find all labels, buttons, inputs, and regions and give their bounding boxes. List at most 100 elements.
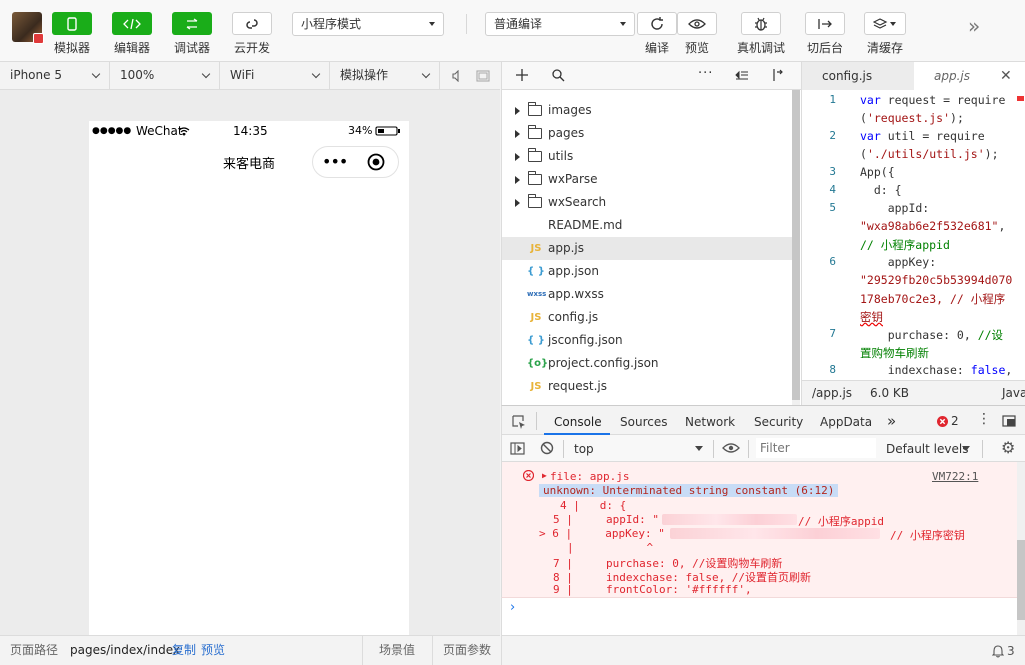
page-path-label: 页面路径	[10, 643, 59, 657]
page-params-button[interactable]: 页面参数	[443, 636, 491, 665]
clear-console-icon[interactable]	[540, 441, 554, 455]
close-miniprogram-icon[interactable]	[367, 153, 385, 171]
console-filter-input[interactable]	[756, 438, 876, 458]
file-item[interactable]: JS request.js	[502, 375, 794, 398]
folder-item[interactable]: images	[502, 99, 794, 122]
scene-value-button[interactable]: 场景值	[379, 636, 415, 665]
file-item[interactable]: { } jsconfig.json	[502, 329, 794, 352]
file-item[interactable]: JS app.js	[502, 237, 794, 260]
folder-item[interactable]: pages	[502, 122, 794, 145]
chevron-down-icon	[962, 446, 970, 451]
folder-item[interactable]: wxParse	[502, 168, 794, 191]
folder-icon	[528, 148, 542, 162]
sound-icon[interactable]	[452, 70, 462, 82]
tab-appdata[interactable]: AppData	[820, 406, 872, 435]
tab-app-js[interactable]: app.js ✕	[914, 62, 1025, 90]
chevron-down-icon	[311, 69, 321, 79]
error-source-link[interactable]: VM722:1	[932, 470, 978, 483]
debug-arrows-icon	[186, 17, 198, 30]
console-prompt[interactable]: ›	[501, 597, 1017, 635]
network-select[interactable]: WiFi	[220, 62, 330, 89]
preview-label: 预览	[684, 41, 709, 55]
background-switch-label: 切后台	[806, 41, 843, 55]
folder-item[interactable]: utils	[502, 145, 794, 168]
eye-icon[interactable]	[722, 442, 740, 454]
close-icon[interactable]: ✕	[1000, 62, 1012, 90]
console-scrollbar[interactable]	[1017, 462, 1025, 635]
file-name: images	[548, 103, 592, 117]
simulator-button[interactable]	[52, 12, 92, 35]
code-editor[interactable]: 1 var request = require ('request.js'); …	[801, 90, 1025, 380]
scrollbar-thumb[interactable]	[1017, 540, 1025, 620]
file-explorer: images pages utils wxParse wxSearch README.md…	[501, 90, 801, 405]
phone-screen[interactable]: ●●●●● WeChat 14:35 34% 来客电商 •••	[89, 121, 409, 635]
scrollbar-thumb[interactable]	[792, 90, 800, 400]
console-filter-bar: top Default levels ⚙	[501, 435, 1025, 462]
cloud-dev-button[interactable]	[232, 12, 272, 35]
tab-network[interactable]: Network	[685, 406, 735, 435]
bell-icon[interactable]	[992, 645, 1004, 658]
more-icon[interactable]: ···	[698, 66, 713, 81]
inspect-element-icon[interactable]	[511, 414, 527, 430]
sidebar-toggle-icon[interactable]	[510, 442, 525, 455]
compile-button[interactable]	[637, 12, 677, 35]
mode-select[interactable]: 小程序模式	[292, 12, 444, 36]
editor-button[interactable]	[112, 12, 152, 35]
gear-icon[interactable]: ⚙	[1001, 438, 1015, 457]
toolbar-more-button[interactable]: »	[968, 14, 980, 38]
file-item[interactable]: README.md	[502, 214, 794, 237]
expand-arrow-icon[interactable]: ▶	[542, 471, 547, 480]
add-icon[interactable]	[516, 69, 528, 81]
file-item[interactable]: { } app.json	[502, 260, 794, 283]
tab-security[interactable]: Security	[754, 406, 803, 435]
console-output[interactable]: ▶ file: app.js VM722:1 unknown: Untermin…	[501, 462, 1017, 597]
kebab-menu-icon[interactable]: ⋮	[977, 411, 991, 427]
file-item[interactable]: {o} project.config.json	[502, 352, 794, 375]
file-name: app.js	[548, 241, 584, 255]
search-icon[interactable]	[552, 69, 565, 82]
collapse-icon[interactable]	[735, 70, 749, 81]
network-value: WiFi	[230, 68, 255, 82]
preview-link[interactable]: 预览	[201, 636, 225, 665]
file-item[interactable]: JS config.js	[502, 306, 794, 329]
tab-config-js[interactable]: config.js	[802, 62, 914, 90]
error-marker	[1017, 96, 1024, 101]
status-size: 6.0 KB	[870, 386, 909, 400]
tab-console[interactable]: Console	[554, 406, 602, 435]
clear-cache-button[interactable]	[864, 12, 906, 35]
file-item[interactable]: wxss app.wxss	[502, 283, 794, 306]
error-count[interactable]: 2	[951, 414, 959, 428]
debugger-button[interactable]	[172, 12, 212, 35]
file-name: app.wxss	[548, 287, 604, 301]
operation-select[interactable]: 模拟操作	[330, 62, 440, 89]
compile-select-value: 普通编译	[494, 17, 543, 31]
background-switch-button[interactable]	[805, 12, 845, 35]
more-menu-button[interactable]: •••	[322, 152, 348, 171]
compile-label: 编译	[644, 41, 669, 55]
simulator-footer: 页面路径 pages/index/index 复制 预览 场景值 页面参数	[0, 635, 500, 665]
folder-item[interactable]: wxSearch	[502, 191, 794, 214]
phone-icon	[67, 16, 77, 31]
explorer-toolbar: ···	[501, 62, 801, 90]
chevron-down-icon	[620, 22, 626, 26]
context-select[interactable]: top	[574, 442, 594, 456]
split-icon[interactable]	[772, 68, 786, 82]
copy-path-link[interactable]: 复制	[172, 636, 196, 665]
zoom-select[interactable]: 100%	[110, 62, 220, 89]
log-levels-select[interactable]: Default levels	[886, 442, 968, 456]
real-device-debug-button[interactable]	[741, 12, 781, 35]
dock-icon[interactable]	[1002, 415, 1016, 427]
tab-label: config.js	[822, 69, 873, 83]
tabs-more-button[interactable]: »	[887, 406, 896, 435]
window-icon[interactable]	[476, 70, 490, 82]
error-file: file: app.js	[550, 470, 630, 483]
folder-icon	[528, 125, 542, 139]
preview-button[interactable]	[677, 12, 717, 35]
user-avatar[interactable]	[12, 12, 44, 44]
explorer-scrollbar[interactable]	[792, 90, 800, 405]
file-type-icon: JS	[530, 312, 542, 323]
compile-mode-select[interactable]: 普通编译	[485, 12, 635, 36]
status-language[interactable]: Java	[1002, 381, 1025, 405]
tab-sources[interactable]: Sources	[620, 406, 667, 435]
device-select[interactable]: iPhone 5	[0, 62, 110, 89]
